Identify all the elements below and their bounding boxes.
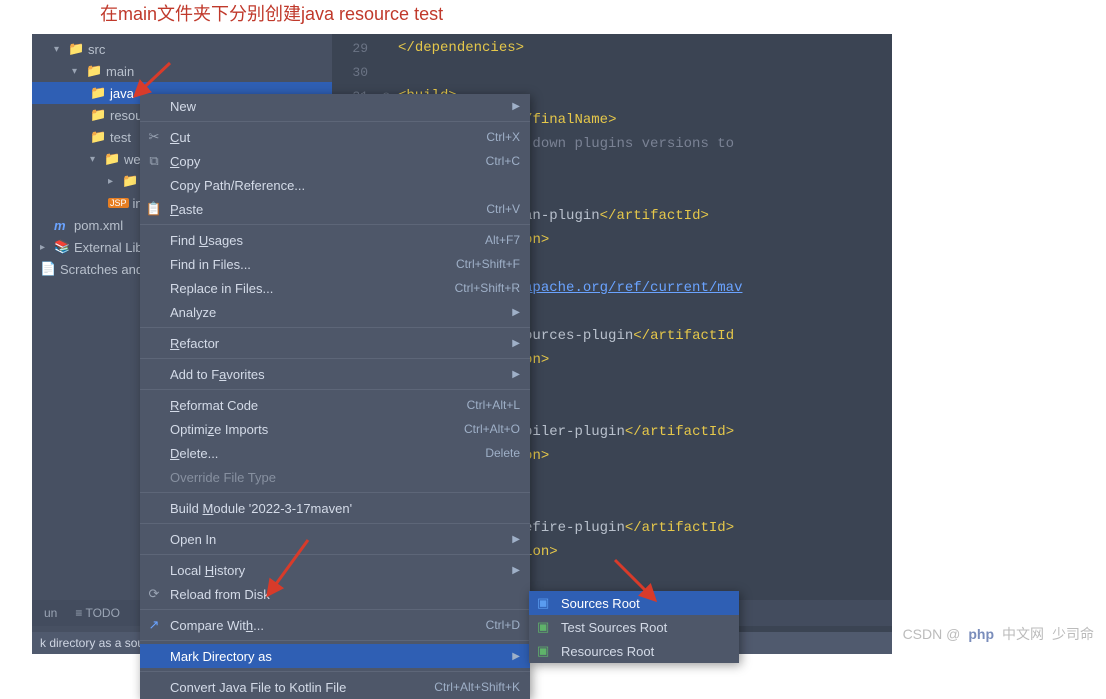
folder-resources-icon: ▣ bbox=[537, 643, 553, 659]
library-icon: 📚 bbox=[54, 239, 70, 255]
folder-icon: 📁 bbox=[122, 173, 138, 189]
chevron-down-icon: ▾ bbox=[54, 44, 64, 55]
mark-directory-submenu: ▣Sources Root ▣Test Sources Root ▣Resour… bbox=[529, 591, 739, 663]
shortcut: Ctrl+Alt+L bbox=[467, 398, 520, 412]
context-menu: New▶ ✂CutCtrl+X ⧉CopyCtrl+C Copy Path/Re… bbox=[140, 94, 530, 699]
tree-label: test bbox=[110, 130, 131, 145]
chevron-right-icon: ▶ bbox=[512, 307, 520, 318]
menu-find-usages[interactable]: Find UsagesAlt+F7 bbox=[140, 228, 530, 252]
tree-row[interactable]: ▾ 📁 src bbox=[32, 38, 332, 60]
shortcut: Delete bbox=[485, 446, 520, 460]
menu-override-type: Override File Type bbox=[140, 465, 530, 489]
page-title: 在main文件夹下分别创建java resource test bbox=[0, 0, 1106, 34]
menu-local-history[interactable]: Local History▶ bbox=[140, 558, 530, 582]
folder-sources-icon: ▣ bbox=[537, 595, 553, 611]
menu-separator bbox=[140, 523, 530, 524]
menu-cut[interactable]: ✂CutCtrl+X bbox=[140, 125, 530, 149]
menu-separator bbox=[140, 224, 530, 225]
shortcut: Ctrl+V bbox=[486, 202, 520, 216]
menu-optimize-imports[interactable]: Optimize ImportsCtrl+Alt+O bbox=[140, 417, 530, 441]
menu-reformat[interactable]: Reformat CodeCtrl+Alt+L bbox=[140, 393, 530, 417]
menu-mark-directory-as[interactable]: Mark Directory as▶ bbox=[140, 644, 530, 668]
menu-separator bbox=[140, 640, 530, 641]
folder-icon: 📁 bbox=[86, 63, 102, 79]
menu-copy-path[interactable]: Copy Path/Reference... bbox=[140, 173, 530, 197]
code-line: </dependencies> bbox=[398, 40, 524, 56]
shortcut: Ctrl+Alt+O bbox=[464, 422, 520, 436]
paste-icon: 📋 bbox=[146, 201, 162, 217]
menu-separator bbox=[140, 389, 530, 390]
menu-new[interactable]: New▶ bbox=[140, 94, 530, 118]
submenu-test-sources-root[interactable]: ▣Test Sources Root bbox=[529, 615, 739, 639]
shortcut: Ctrl+Shift+F bbox=[456, 257, 520, 271]
folder-icon: 📁 bbox=[90, 85, 106, 101]
folder-icon: 📁 bbox=[90, 129, 106, 145]
menu-add-favorites[interactable]: Add to Favorites▶ bbox=[140, 362, 530, 386]
menu-replace-in-files[interactable]: Replace in Files...Ctrl+Shift+R bbox=[140, 276, 530, 300]
menu-separator bbox=[140, 492, 530, 493]
menu-paste[interactable]: 📋PasteCtrl+V bbox=[140, 197, 530, 221]
menu-separator bbox=[140, 554, 530, 555]
menu-separator bbox=[140, 327, 530, 328]
todo-tab[interactable]: ≡ TODO bbox=[75, 606, 120, 620]
copy-icon: ⧉ bbox=[146, 153, 162, 169]
watermark: CSDN @ php 中文网 少司命 bbox=[903, 624, 1094, 644]
menu-separator bbox=[140, 121, 530, 122]
tree-row[interactable]: ▾ 📁 main bbox=[32, 60, 332, 82]
chevron-right-icon: ▶ bbox=[512, 534, 520, 545]
shortcut: Alt+F7 bbox=[485, 233, 520, 247]
cut-icon: ✂ bbox=[146, 129, 162, 145]
menu-separator bbox=[140, 671, 530, 672]
line-number: 29 bbox=[332, 41, 382, 56]
submenu-sources-root[interactable]: ▣Sources Root bbox=[529, 591, 739, 615]
folder-icon: 📁 bbox=[104, 151, 120, 167]
chevron-right-icon: ▶ bbox=[512, 369, 520, 380]
folder-icon: 📁 bbox=[68, 41, 84, 57]
menu-convert-kotlin[interactable]: Convert Java File to Kotlin FileCtrl+Alt… bbox=[140, 675, 530, 699]
chevron-right-icon: ▸ bbox=[108, 176, 118, 187]
menu-refactor[interactable]: Refactor▶ bbox=[140, 331, 530, 355]
chevron-right-icon: ▶ bbox=[512, 101, 520, 112]
run-tab[interactable]: un bbox=[44, 606, 57, 620]
folder-icon: 📁 bbox=[90, 107, 106, 123]
chevron-right-icon: ▶ bbox=[512, 651, 520, 662]
shortcut: Ctrl+Shift+R bbox=[455, 281, 520, 295]
reload-icon: ⟳ bbox=[146, 586, 162, 602]
tree-label: src bbox=[88, 42, 105, 57]
menu-separator bbox=[140, 609, 530, 610]
compare-icon: ↗ bbox=[146, 617, 162, 633]
chevron-down-icon: ▾ bbox=[90, 154, 100, 165]
tree-label: main bbox=[106, 64, 134, 79]
menu-open-in[interactable]: Open In▶ bbox=[140, 527, 530, 551]
shortcut: Ctrl+D bbox=[486, 618, 520, 632]
jsp-icon: JSP bbox=[108, 198, 129, 208]
chevron-down-icon: ▾ bbox=[72, 66, 82, 77]
chevron-right-icon: ▶ bbox=[512, 338, 520, 349]
menu-analyze[interactable]: Analyze▶ bbox=[140, 300, 530, 324]
menu-copy[interactable]: ⧉CopyCtrl+C bbox=[140, 149, 530, 173]
menu-find-in-files[interactable]: Find in Files...Ctrl+Shift+F bbox=[140, 252, 530, 276]
menu-build-module[interactable]: Build Module '2022-3-17maven' bbox=[140, 496, 530, 520]
maven-icon: m bbox=[54, 218, 70, 233]
menu-compare-with[interactable]: ↗Compare With...Ctrl+D bbox=[140, 613, 530, 637]
tree-label: java bbox=[110, 86, 134, 101]
folder-test-icon: ▣ bbox=[537, 619, 553, 635]
menu-delete[interactable]: Delete...Delete bbox=[140, 441, 530, 465]
menu-reload[interactable]: ⟳Reload from Disk bbox=[140, 582, 530, 606]
shortcut: Ctrl+C bbox=[486, 154, 520, 168]
menu-separator bbox=[140, 358, 530, 359]
line-number: 30 bbox=[332, 65, 382, 80]
tree-label: Scratches and bbox=[60, 262, 143, 277]
tree-label: pom.xml bbox=[74, 218, 123, 233]
scratches-icon: 📄 bbox=[40, 261, 56, 277]
shortcut: Ctrl+X bbox=[486, 130, 520, 144]
chevron-right-icon: ▸ bbox=[40, 242, 50, 253]
chevron-right-icon: ▶ bbox=[512, 565, 520, 576]
submenu-resources-root[interactable]: ▣Resources Root bbox=[529, 639, 739, 663]
shortcut: Ctrl+Alt+Shift+K bbox=[434, 680, 520, 694]
